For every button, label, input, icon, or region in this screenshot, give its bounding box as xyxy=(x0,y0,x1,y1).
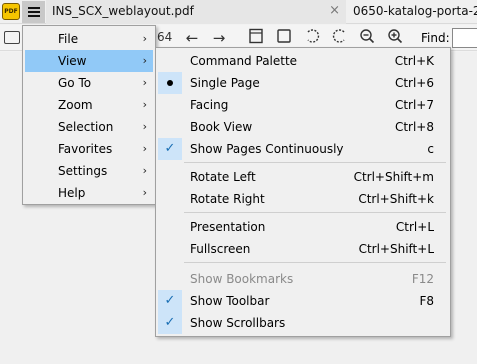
find-input[interactable] xyxy=(452,28,477,48)
menu-item-file[interactable]: File › xyxy=(25,28,153,50)
menu-item-go-to[interactable]: Go To › xyxy=(25,72,153,94)
close-tab-icon[interactable]: × xyxy=(329,3,340,18)
menu-item-label: Zoom xyxy=(58,98,93,112)
menu-item-view[interactable]: View › xyxy=(25,50,153,72)
submenu-arrow-icon: › xyxy=(142,32,147,45)
menu-item-shortcut: Ctrl+L xyxy=(395,220,434,234)
menu-separator xyxy=(184,212,446,213)
submenu-arrow-icon: › xyxy=(142,164,147,177)
view-item-rotate-right[interactable]: Rotate Right Ctrl+Shift+k xyxy=(158,188,448,210)
view-item-show-scrollbars[interactable]: Show Scrollbars xyxy=(158,312,448,334)
menu-item-shortcut: F8 xyxy=(419,294,434,308)
submenu-arrow-icon: › xyxy=(142,142,147,155)
menu-item-shortcut: Ctrl+Shift+L xyxy=(358,242,434,256)
tab-bar: PDF INS_SCX_weblayout.pdf × 0650-katalog… xyxy=(0,0,477,24)
menu-item-help[interactable]: Help › xyxy=(25,182,153,204)
view-submenu: Command Palette Ctrl+K Single Page Ctrl+6 Fa… xyxy=(155,47,451,337)
submenu-arrow-icon: › xyxy=(142,76,147,89)
submenu-arrow-icon: › xyxy=(142,120,147,133)
view-item-fullscreen[interactable]: Fullscreen Ctrl+Shift+L xyxy=(158,238,448,260)
menu-item-shortcut: Ctrl+6 xyxy=(394,76,434,90)
menu-item-label: Presentation xyxy=(190,220,266,234)
view-item-presentation[interactable]: Presentation Ctrl+L xyxy=(158,216,448,238)
view-item-rotate-left[interactable]: Rotate Left Ctrl+Shift+m xyxy=(158,166,448,188)
menu-item-label: Help xyxy=(58,186,86,200)
submenu-arrow-icon: › xyxy=(142,186,147,199)
menu-item-label: Single Page xyxy=(190,76,260,90)
menu-item-label: Show Scrollbars xyxy=(190,316,286,330)
zoom-out-icon[interactable] xyxy=(357,28,377,48)
tab-title: 0650-katalog-porta-20... xyxy=(353,4,477,18)
menu-item-label: Show Toolbar xyxy=(190,294,270,308)
tab-active[interactable]: INS_SCX_weblayout.pdf × xyxy=(46,0,346,24)
menu-item-label: Favorites xyxy=(58,142,113,156)
submenu-arrow-icon: › xyxy=(142,54,147,67)
menu-item-label: Settings xyxy=(58,164,108,178)
menu-item-label: View xyxy=(58,54,87,68)
menu-item-favorites[interactable]: Favorites › xyxy=(25,138,153,160)
zoom-in-icon[interactable] xyxy=(385,28,405,48)
menu-item-shortcut: Ctrl+8 xyxy=(394,120,434,134)
menu-item-zoom[interactable]: Zoom › xyxy=(25,94,153,116)
menu-item-label: Facing xyxy=(190,98,229,112)
menu-item-settings[interactable]: Settings › xyxy=(25,160,153,182)
menu-item-label: File xyxy=(58,32,79,46)
menu-item-shortcut: F12 xyxy=(411,272,434,286)
tab-next[interactable]: 0650-katalog-porta-20... xyxy=(349,0,477,24)
tab-title: INS_SCX_weblayout.pdf xyxy=(52,4,194,18)
menu-item-label: Rotate Right xyxy=(190,192,265,206)
submenu-arrow-icon: › xyxy=(142,98,147,111)
menu-item-shortcut: Ctrl+K xyxy=(394,54,434,68)
fit-width-icon[interactable] xyxy=(274,28,294,48)
menu-separator xyxy=(184,162,446,163)
menu-item-label: Book View xyxy=(190,120,253,134)
page-number-fragment: 64 xyxy=(157,30,173,44)
view-item-command-palette[interactable]: Command Palette Ctrl+K xyxy=(158,50,448,72)
menu-item-selection[interactable]: Selection › xyxy=(25,116,153,138)
view-item-show-toolbar[interactable]: Show Toolbar F8 xyxy=(158,290,448,312)
fit-page-icon[interactable] xyxy=(246,28,266,48)
menu-item-shortcut: c xyxy=(427,142,434,156)
view-item-show-pages-continuously[interactable]: Show Pages Continuously c xyxy=(158,138,448,160)
menu-item-label: Go To xyxy=(58,76,92,90)
main-menu: File › View › Go To › Zoom › Selection › Favorites… xyxy=(22,25,156,205)
view-item-facing[interactable]: Facing Ctrl+7 xyxy=(158,94,448,116)
view-item-book-view[interactable]: Book View Ctrl+8 xyxy=(158,116,448,138)
hamburger-menu-icon[interactable] xyxy=(22,1,45,23)
menu-item-label: Show Pages Continuously xyxy=(190,142,344,156)
menu-item-label: Selection xyxy=(58,120,114,134)
rotate-right-icon[interactable] xyxy=(330,28,350,48)
find-label: Find: xyxy=(421,31,450,45)
menu-item-shortcut: Ctrl+Shift+k xyxy=(358,192,434,206)
menu-separator xyxy=(184,262,446,263)
menu-item-label: Fullscreen xyxy=(190,242,251,256)
menu-item-label: Rotate Left xyxy=(190,170,256,184)
menu-item-shortcut: Ctrl+Shift+m xyxy=(353,170,434,184)
view-item-single-page[interactable]: Single Page Ctrl+6 xyxy=(158,72,448,94)
previous-page-icon[interactable]: ← xyxy=(182,28,202,48)
menu-item-label: Command Palette xyxy=(190,54,298,68)
app-logo-icon: PDF xyxy=(2,3,20,20)
menu-item-label: Show Bookmarks xyxy=(190,272,294,286)
view-item-show-bookmarks: Show Bookmarks F12 xyxy=(158,268,448,290)
menu-item-shortcut: Ctrl+7 xyxy=(394,98,434,112)
rotate-left-icon[interactable] xyxy=(302,28,322,48)
next-page-icon[interactable]: → xyxy=(209,28,229,48)
open-folder-icon[interactable] xyxy=(4,31,20,44)
